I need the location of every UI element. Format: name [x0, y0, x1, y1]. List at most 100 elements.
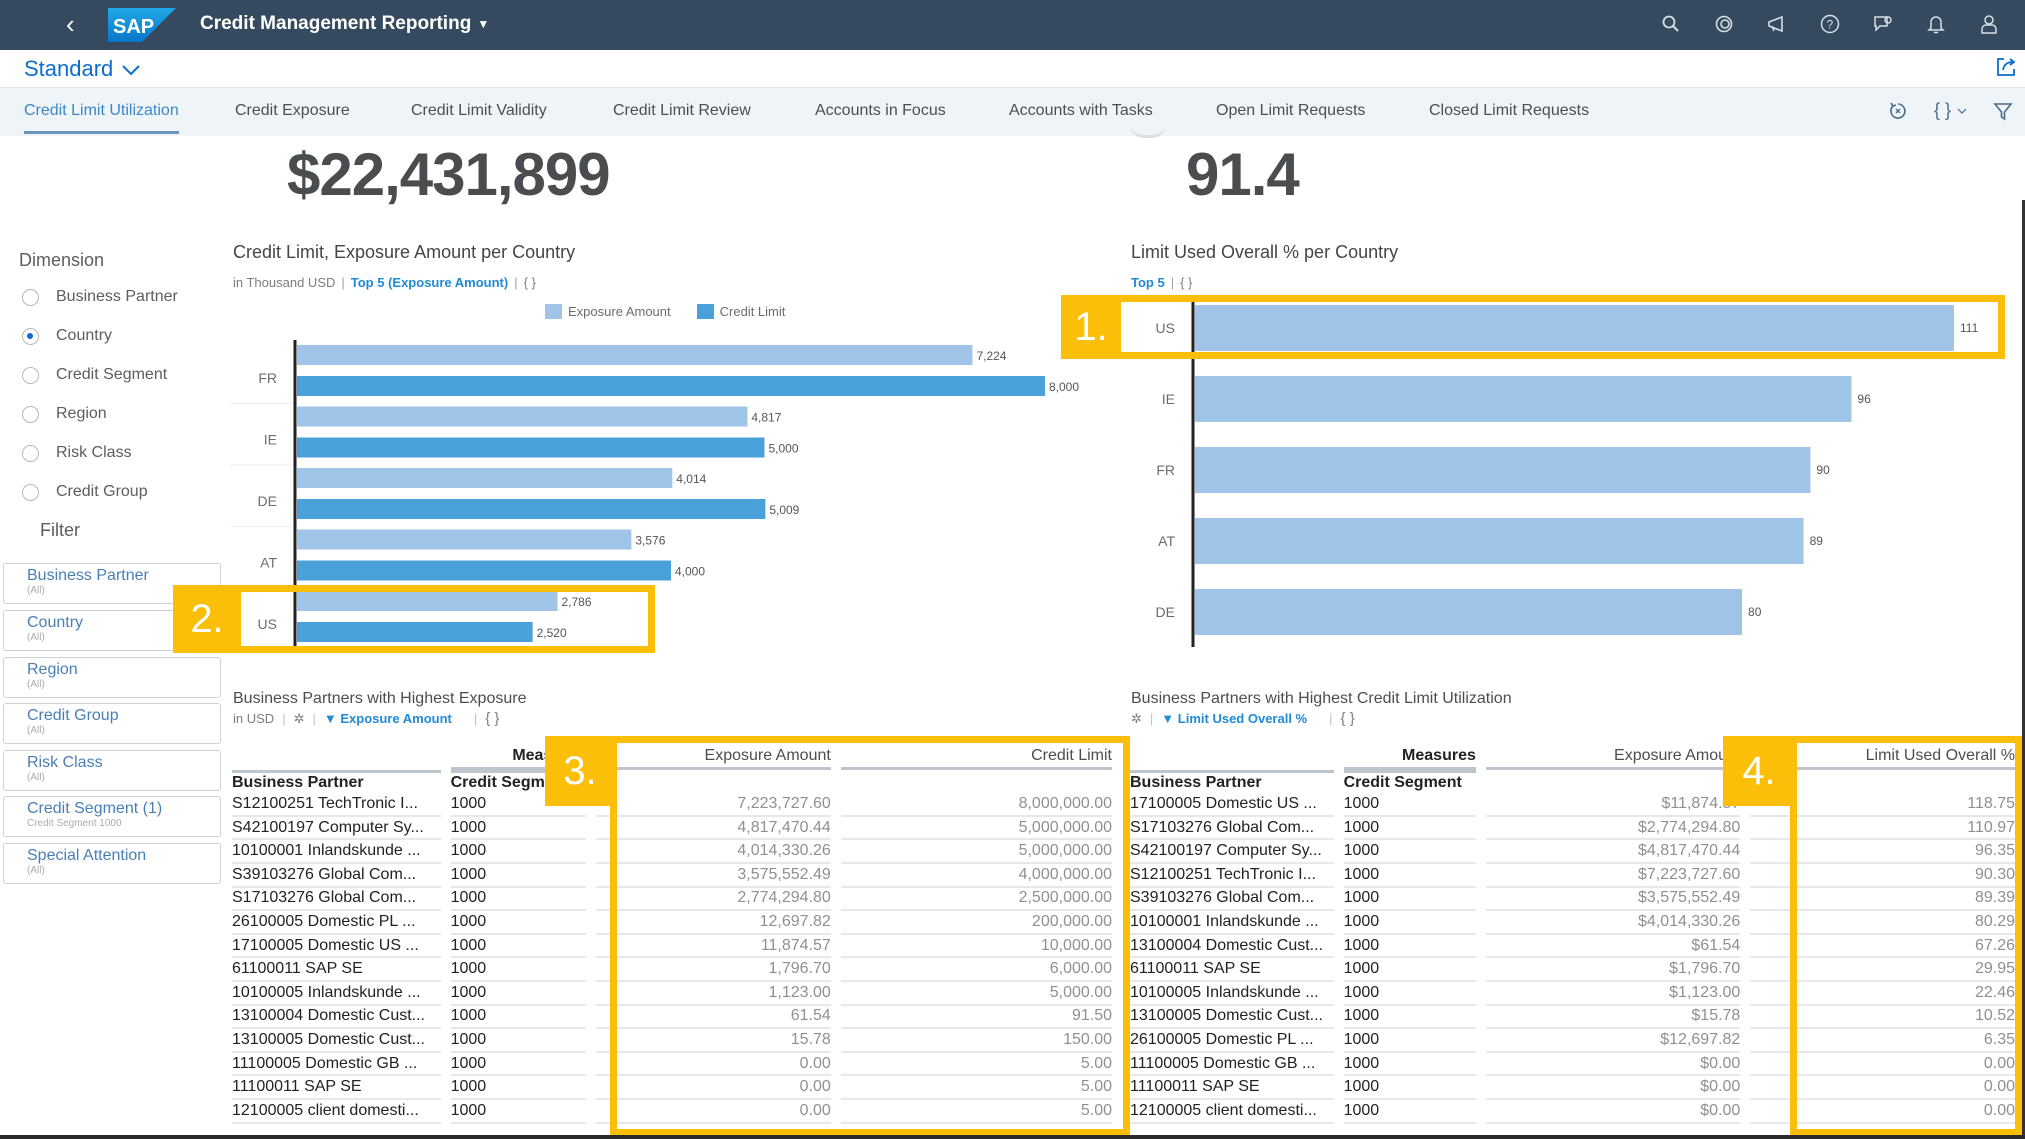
data-label: 7,224	[976, 349, 1006, 363]
y-tick-label: DE	[1156, 604, 1175, 620]
cell-credit-segment: 1000	[1343, 1006, 1476, 1030]
back-button[interactable]: ‹	[66, 10, 75, 38]
separator: |	[282, 711, 286, 726]
tab-credit-limit-validity[interactable]: Credit Limit Validity	[411, 102, 547, 120]
megaphone-icon[interactable]	[1765, 11, 1789, 37]
svg-text:?: ?	[1827, 18, 1834, 32]
column-header-exposure-amount[interactable]: Exposure Amount	[1485, 746, 1741, 770]
cell-credit-segment: 1000	[450, 840, 587, 864]
help-icon[interactable]: ?	[1818, 11, 1842, 37]
data-label: 96	[1857, 392, 1871, 406]
filter-icon[interactable]	[1993, 101, 2013, 121]
tab-open-limit-requests[interactable]: Open Limit Requests	[1216, 102, 1365, 120]
cell-business-partner: 10100005 Inlandskunde ...	[232, 982, 441, 1006]
chart1-topn-filter[interactable]: Top 5 (Exposure Amount)	[351, 275, 508, 290]
bar-limit-used[interactable]	[1195, 376, 1852, 422]
bar-exposure-amount[interactable]	[297, 529, 632, 550]
filter-credit-group[interactable]: Credit Group (All)	[3, 703, 221, 744]
data-label: 5,000	[769, 442, 799, 456]
bar-limit-used[interactable]	[1195, 589, 1743, 635]
cell-exposure-amount: $0.00	[1485, 1053, 1741, 1077]
reset-icon[interactable]	[1888, 101, 1908, 121]
filter-region[interactable]: Region (All)	[3, 657, 221, 698]
tab-credit-limit-review[interactable]: Credit Limit Review	[613, 102, 751, 120]
bar-credit-limit[interactable]	[297, 560, 671, 581]
bar-limit-used[interactable]	[1195, 447, 1811, 493]
tab-accounts-in-focus[interactable]: Accounts in Focus	[815, 102, 946, 120]
filter-credit-segment[interactable]: Credit Segment (1) Credit Segment 1000	[3, 796, 221, 837]
filter-value: (All)	[27, 865, 45, 876]
data-label: 5,009	[769, 503, 799, 517]
table1-sort[interactable]: ▼ Exposure Amount	[324, 711, 452, 726]
chart1-variable-icon[interactable]: { }	[524, 275, 536, 290]
chart1-unit: in Thousand USD	[233, 275, 336, 290]
radio-label: Credit Group	[56, 483, 148, 500]
app-title-menu[interactable]: Credit Management Reporting ▼	[200, 13, 489, 35]
variable-menu[interactable]: { }	[1934, 100, 1967, 121]
filter-special-attention[interactable]: Special Attention (All)	[3, 843, 221, 884]
table2-sort[interactable]: ▼ Limit Used Overall %	[1161, 711, 1307, 726]
legend-item-credit-limit[interactable]: Credit Limit	[696, 304, 786, 319]
sap-logo[interactable]: SAP	[108, 8, 176, 42]
legend-label: Credit Limit	[719, 304, 786, 319]
feedback-icon[interactable]	[1871, 11, 1895, 37]
y-tick-label: AT	[260, 555, 277, 571]
radio-region[interactable]: Region	[22, 405, 107, 423]
bar-credit-limit[interactable]	[297, 376, 1045, 396]
table1-variable-icon[interactable]: { }	[485, 710, 499, 727]
tab-credit-exposure[interactable]: Credit Exposure	[235, 102, 350, 120]
cell-business-partner: 26100005 Domestic PL ...	[232, 911, 441, 935]
column-header-credit-segment[interactable]: Credit Segment	[1343, 769, 1476, 794]
cell-credit-segment: 1000	[1343, 817, 1476, 841]
hierarchy-icon[interactable]: ✲	[294, 711, 305, 727]
legend-item-exposure[interactable]: Exposure Amount	[545, 304, 671, 319]
tab-credit-limit-utilization[interactable]: Credit Limit Utilization	[24, 102, 179, 134]
tab-closed-limit-requests[interactable]: Closed Limit Requests	[1429, 102, 1589, 120]
shell-bar: ‹ SAP Credit Management Reporting ▼ ?	[0, 0, 2025, 50]
search-icon[interactable]	[1659, 11, 1683, 37]
cell-credit-segment: 1000	[450, 1053, 587, 1077]
y-tick-label: IE	[1162, 391, 1175, 407]
cell-business-partner: S42100197 Computer Sy...	[1130, 840, 1334, 864]
hierarchy-icon[interactable]: ✲	[1131, 711, 1142, 727]
cell-exposure-amount: $3,575,552.49	[1485, 888, 1741, 912]
bar-exposure-amount[interactable]	[297, 468, 673, 488]
column-header-business-partner[interactable]: Business Partner	[232, 769, 441, 794]
radio-risk-class[interactable]: Risk Class	[22, 444, 132, 462]
filter-value: (All)	[27, 725, 45, 736]
share-icon[interactable]	[1995, 56, 2017, 78]
legend-label: Exposure Amount	[568, 304, 671, 319]
radio-country[interactable]: Country	[22, 327, 112, 345]
notifications-icon[interactable]	[1924, 11, 1948, 37]
chevron-down-icon[interactable]	[120, 58, 142, 80]
separator: |	[1170, 275, 1175, 290]
bar-credit-limit[interactable]	[297, 499, 766, 519]
bar-credit-limit[interactable]	[297, 437, 765, 458]
user-icon[interactable]	[1977, 11, 2001, 37]
radio-credit-group[interactable]: Credit Group	[22, 483, 148, 501]
filter-risk-class[interactable]: Risk Class (All)	[3, 750, 221, 791]
column-header-business-partner[interactable]: Business Partner	[1130, 769, 1334, 794]
tab-accounts-with-tasks[interactable]: Accounts with Tasks	[1009, 102, 1153, 120]
y-tick-label: FR	[1156, 462, 1175, 478]
radio-circle-selected	[22, 327, 39, 345]
cell-credit-segment: 1000	[1343, 958, 1476, 982]
chart2-variable-icon[interactable]: { }	[1180, 275, 1192, 290]
cell-credit-segment: 1000	[1343, 1053, 1476, 1077]
table2-subtitle: ✲ | ▼ Limit Used Overall % | { }	[1131, 710, 1355, 727]
variant-selector[interactable]: Standard	[24, 56, 113, 82]
table2-title: Business Partners with Highest Credit Li…	[1131, 690, 1512, 707]
chart2-topn-filter[interactable]: Top 5	[1131, 275, 1165, 290]
legend-swatch	[696, 304, 714, 319]
copilot-icon[interactable]	[1712, 11, 1736, 37]
table2-variable-icon[interactable]: { }	[1341, 710, 1355, 727]
cell-credit-segment: 1000	[450, 817, 587, 841]
data-label: 3,576	[635, 534, 665, 548]
bar-exposure-amount[interactable]	[297, 345, 973, 365]
callout-box-4	[1790, 736, 2022, 1136]
cell-credit-segment: 1000	[1343, 1076, 1476, 1100]
bar-exposure-amount[interactable]	[297, 406, 748, 427]
radio-business-partner[interactable]: Business Partner	[22, 288, 178, 306]
bar-limit-used[interactable]	[1195, 518, 1804, 564]
radio-credit-segment[interactable]: Credit Segment	[22, 366, 167, 384]
